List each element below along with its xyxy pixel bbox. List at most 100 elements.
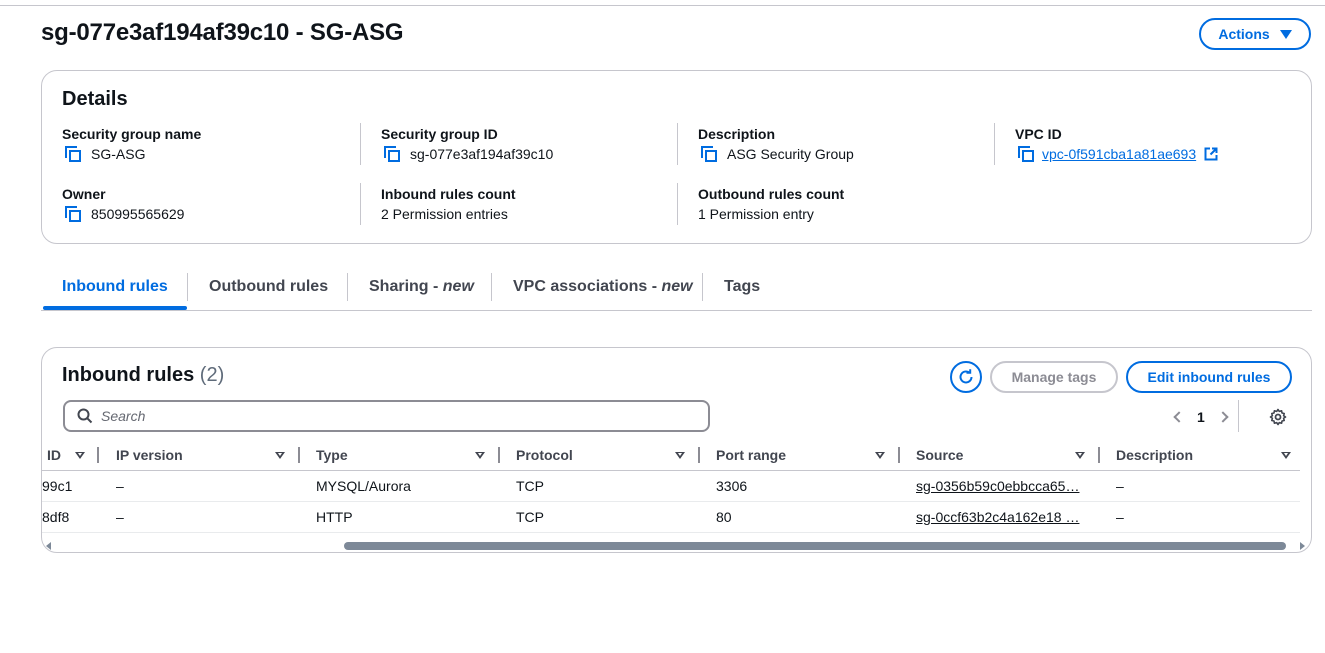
cell-id: 99c1 xyxy=(42,478,73,494)
detail-description: Description ASG Security Group xyxy=(698,124,854,164)
search-icon xyxy=(77,408,93,424)
gear-icon[interactable] xyxy=(1269,408,1287,426)
scrollbar-thumb[interactable] xyxy=(344,542,1286,550)
actions-button-label: Actions xyxy=(1218,26,1270,42)
detail-label: Outbound rules count xyxy=(698,186,845,202)
refresh-icon xyxy=(959,369,973,384)
tab-tags[interactable]: Tags xyxy=(724,270,760,310)
sort-icon[interactable] xyxy=(275,452,285,459)
detail-label: Owner xyxy=(62,186,106,202)
cell-ip-version: – xyxy=(116,509,124,525)
inbound-rules-count-value: 2 Permission entries xyxy=(381,206,508,222)
column-divider xyxy=(360,123,361,165)
table-row: 99c1 – MYSQL/Aurora TCP 3306 sg-0356b59c… xyxy=(42,471,1300,502)
sort-icon[interactable] xyxy=(875,452,885,459)
page-number[interactable]: 1 xyxy=(1197,409,1205,425)
tab-bar: Inbound rules Outbound rules Sharing - n… xyxy=(41,270,1312,311)
tab-separator xyxy=(347,273,348,301)
tab-separator xyxy=(491,273,492,301)
chevron-left-icon[interactable] xyxy=(1173,411,1185,423)
inbound-rules-title: Inbound rules xyxy=(62,364,195,386)
inbound-rules-heading: Inbound rules (2) xyxy=(62,364,224,387)
column-divider xyxy=(360,183,361,225)
tab-sharing[interactable]: Sharing - new xyxy=(369,270,474,310)
column-resizer[interactable] xyxy=(498,447,500,463)
caret-down-icon xyxy=(1279,29,1292,39)
cell-protocol: TCP xyxy=(516,509,544,525)
owner-value: 850995565629 xyxy=(91,206,185,222)
detail-outbound-rules-count: Outbound rules count 1 Permission entry xyxy=(698,184,844,224)
pagination: 1 xyxy=(1173,405,1229,429)
refresh-button[interactable] xyxy=(950,361,982,393)
edit-inbound-rules-button[interactable]: Edit inbound rules xyxy=(1126,361,1292,393)
tab-inbound-rules[interactable]: Inbound rules xyxy=(62,270,168,310)
active-tab-indicator xyxy=(43,306,187,310)
pager-separator xyxy=(1238,400,1239,432)
details-heading: Details xyxy=(62,88,128,110)
copy-icon[interactable] xyxy=(701,146,717,162)
column-resizer[interactable] xyxy=(298,447,300,463)
cell-source-link[interactable]: sg-0356b59c0ebbcca65… xyxy=(916,471,1091,502)
sort-icon[interactable] xyxy=(475,452,485,459)
column-resizer[interactable] xyxy=(97,447,99,463)
vpc-id-link[interactable]: vpc-0f591cba1a81ae693 xyxy=(1042,144,1196,164)
inbound-rules-panel: Inbound rules (2) Manage tags Edit inbou… xyxy=(41,347,1312,553)
cell-ip-version: – xyxy=(116,478,124,494)
security-group-id-value: sg-077e3af194af39c10 xyxy=(410,146,554,162)
copy-icon[interactable] xyxy=(1018,146,1034,162)
detail-label: Inbound rules count xyxy=(381,186,516,202)
sort-icon[interactable] xyxy=(75,452,85,459)
tab-vpc-associations[interactable]: VPC associations - new xyxy=(513,270,693,310)
detail-label: Security group ID xyxy=(381,126,498,142)
description-value: ASG Security Group xyxy=(727,146,854,162)
manage-tags-button[interactable]: Manage tags xyxy=(990,361,1118,393)
column-resizer[interactable] xyxy=(698,447,700,463)
column-divider xyxy=(994,123,995,165)
column-resizer[interactable] xyxy=(1098,447,1100,463)
column-header-port-range[interactable]: Port range xyxy=(716,443,786,471)
cell-source-link[interactable]: sg-0ccf63b2c4a162e18 … xyxy=(916,502,1091,533)
search-input[interactable] xyxy=(101,408,661,424)
actions-button[interactable]: Actions xyxy=(1199,18,1311,50)
cell-type: HTTP xyxy=(316,509,353,525)
copy-icon[interactable] xyxy=(384,146,400,162)
copy-icon[interactable] xyxy=(65,206,81,222)
column-header-source[interactable]: Source xyxy=(916,443,963,471)
column-divider xyxy=(677,123,678,165)
details-panel: Details Security group name SG-ASG Secur… xyxy=(41,70,1312,244)
sort-icon[interactable] xyxy=(1075,452,1085,459)
chevron-right-icon[interactable] xyxy=(1217,411,1229,423)
cell-protocol: TCP xyxy=(516,478,544,494)
detail-label: Security group name xyxy=(62,126,202,142)
scroll-left-icon[interactable] xyxy=(46,542,51,550)
tab-outbound-rules[interactable]: Outbound rules xyxy=(209,270,328,310)
tab-separator xyxy=(187,273,188,301)
sort-icon[interactable] xyxy=(675,452,685,459)
search-field[interactable] xyxy=(63,400,710,432)
tab-separator xyxy=(702,273,703,301)
detail-security-group-name: Security group name SG-ASG xyxy=(62,124,201,164)
inbound-rules-table: ID IP version Type Protocol Port range S… xyxy=(42,443,1300,533)
detail-label: Description xyxy=(698,126,776,142)
inbound-rules-count: (2) xyxy=(199,364,225,386)
cell-port-range: 3306 xyxy=(716,478,748,494)
cell-id: 8df8 xyxy=(42,509,70,525)
cell-port-range: 80 xyxy=(716,509,732,525)
table-row: 8df8 – HTTP TCP 80 sg-0ccf63b2c4a162e18 … xyxy=(42,502,1300,533)
sort-icon[interactable] xyxy=(1281,452,1291,459)
security-group-name-value: SG-ASG xyxy=(91,146,146,162)
copy-icon[interactable] xyxy=(65,146,81,162)
column-divider xyxy=(677,183,678,225)
scroll-right-icon[interactable] xyxy=(1300,542,1305,550)
horizontal-scrollbar[interactable] xyxy=(42,539,1311,552)
detail-inbound-rules-count: Inbound rules count 2 Permission entries xyxy=(381,184,516,224)
column-header-description[interactable]: Description xyxy=(1116,443,1193,471)
table-header: ID IP version Type Protocol Port range S… xyxy=(42,443,1300,471)
column-resizer[interactable] xyxy=(898,447,900,463)
column-header-id[interactable]: ID xyxy=(47,443,61,471)
column-header-ip-version[interactable]: IP version xyxy=(116,443,183,471)
outbound-rules-count-value: 1 Permission entry xyxy=(698,206,814,222)
external-link-icon[interactable] xyxy=(1204,147,1218,161)
column-header-protocol[interactable]: Protocol xyxy=(516,443,573,471)
column-header-type[interactable]: Type xyxy=(316,443,348,471)
